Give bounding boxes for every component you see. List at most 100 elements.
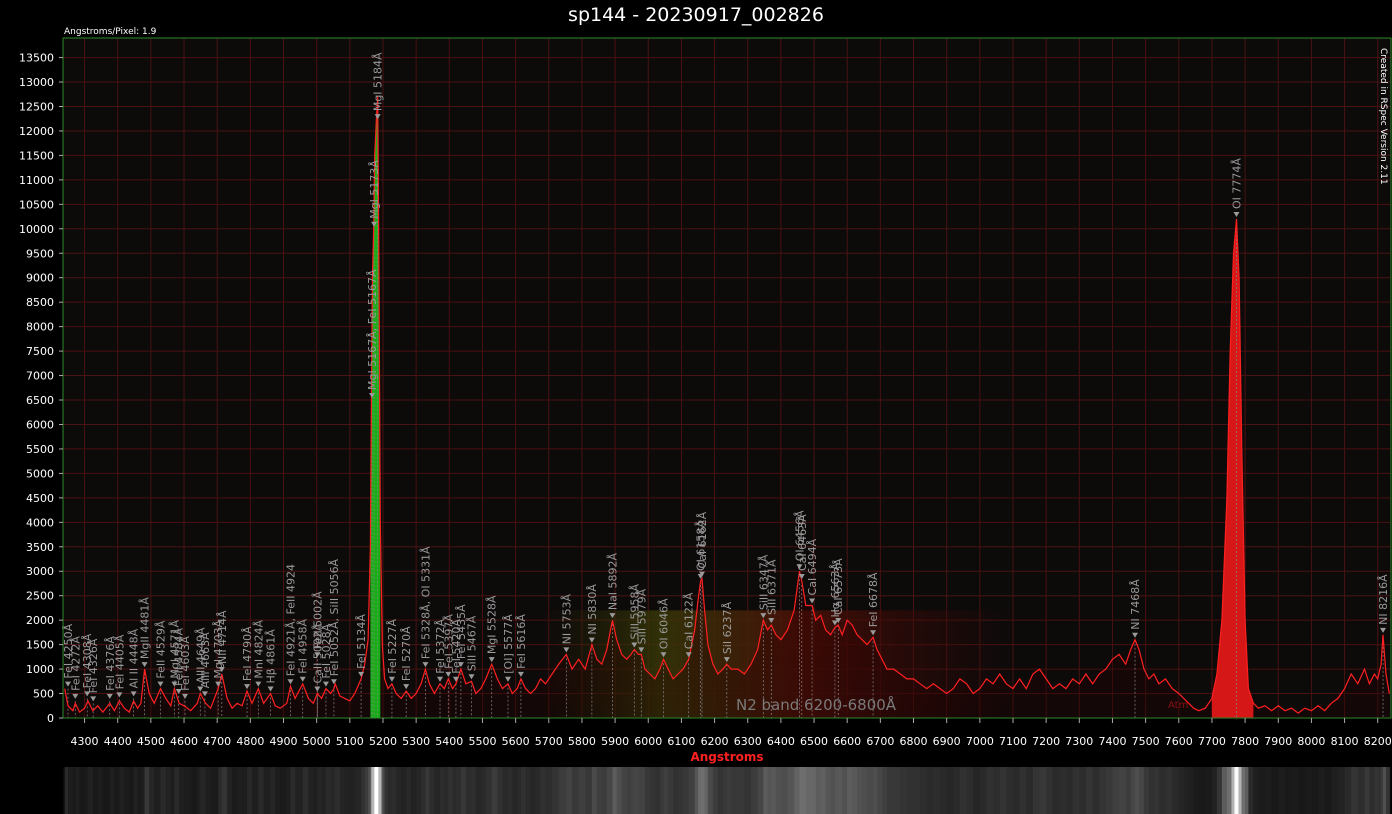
strip-segment [102, 767, 111, 814]
strip-segment [704, 767, 709, 814]
strip-segment [242, 767, 248, 814]
strip-segment [775, 767, 782, 814]
strip-segment [75, 767, 81, 814]
y-tick-label: 11000 [19, 174, 54, 187]
strip-segment [1298, 767, 1306, 814]
strip-segment [694, 767, 699, 814]
strip-segment [953, 767, 961, 814]
line-label: FeI 4603Å [179, 636, 192, 691]
strip-bright-core [1234, 767, 1239, 814]
strip-segment [830, 767, 836, 814]
strip-segment [631, 767, 635, 814]
line-label: OI 7774Å [1230, 158, 1243, 209]
strip-segment [114, 767, 120, 814]
strip-segment [286, 767, 291, 814]
line-label: SiII 5467Å [466, 615, 479, 671]
x-tick-label: 7300 [1065, 735, 1093, 748]
strip-segment [659, 767, 665, 814]
strip-segment [606, 767, 613, 814]
strip-segment [820, 767, 827, 814]
strip-segment [596, 767, 603, 814]
strip-segment [247, 767, 253, 814]
y-tick-label: 9500 [26, 247, 54, 260]
strip-segment [540, 767, 546, 814]
x-tick-label: 7000 [966, 735, 994, 748]
strip-segment [317, 767, 323, 814]
strip-segment [512, 767, 518, 814]
strip-segment [252, 767, 259, 814]
strip-segment [763, 767, 769, 814]
strip-segment [416, 767, 422, 814]
strip-segment [1369, 767, 1375, 814]
line-label: Hβ 4861Å [265, 629, 278, 684]
y-tick-label: 9000 [26, 272, 54, 285]
strip-segment [321, 767, 327, 814]
x-tick-label: 6200 [701, 735, 729, 748]
line-label: MgI 5184Å [372, 52, 385, 111]
y-tick-label: 3500 [26, 541, 54, 554]
strip-segment [1271, 767, 1279, 814]
x-tick-label: 6400 [767, 735, 795, 748]
strip-segment [227, 767, 233, 814]
line-label: FeI 4326Å [87, 638, 100, 693]
strip-segment [1383, 767, 1387, 814]
line-label: FeI 4958Å [297, 619, 310, 674]
strip-segment [429, 767, 435, 814]
strip-segment [787, 767, 795, 814]
strip-segment [205, 767, 212, 814]
strip-segment [137, 767, 142, 814]
line-label: MgI 5528Å [486, 595, 499, 654]
strip-segment [1012, 767, 1021, 814]
strip-segment [119, 767, 125, 814]
strip-segment [1248, 767, 1254, 814]
strip-segment [520, 767, 527, 814]
strip-segment [1351, 767, 1359, 814]
y-tick-label: 12500 [19, 100, 54, 113]
strip-segment [1188, 767, 1195, 814]
strip-segment [263, 767, 272, 814]
strip-segment [1072, 767, 1080, 814]
strip-segment [129, 767, 135, 814]
strip-segment [1311, 767, 1319, 814]
strip-segment [678, 767, 684, 814]
strip-segment [1153, 767, 1160, 814]
strip-segment [1046, 767, 1054, 814]
line-label: NaI 5892Å [606, 552, 619, 610]
strip-segment [1052, 767, 1060, 814]
strip-segment [67, 767, 74, 814]
strip-segment [133, 767, 139, 814]
strip-segment [1085, 767, 1094, 814]
strip-segment [1125, 767, 1132, 814]
strip-segment [455, 767, 462, 814]
strip-segment [882, 767, 888, 814]
x-tick-label: 7500 [1132, 735, 1160, 748]
x-tick-label: 7400 [1098, 735, 1126, 748]
y-tick-label: 2500 [26, 590, 54, 603]
strip-segment [275, 767, 281, 814]
strip-segment [530, 767, 537, 814]
strip-segment [210, 767, 219, 814]
y-tick-label: 5000 [26, 467, 54, 480]
strip-segment [174, 767, 180, 814]
strip-segment [1278, 767, 1286, 814]
strip-segment [1193, 767, 1200, 814]
strip-segment [913, 767, 921, 814]
strip-segment [349, 767, 356, 814]
atm-label: Atm [1168, 700, 1188, 711]
strip-segment [1245, 767, 1249, 814]
x-tick-label: 4400 [104, 735, 132, 748]
strip-segment [1198, 767, 1206, 814]
x-tick-label: 7200 [1032, 735, 1060, 748]
strip-segment [1066, 767, 1074, 814]
line-label: FeI 4405Å [113, 634, 126, 689]
strip-segment [517, 767, 522, 814]
y-tick-label: 1000 [26, 663, 54, 676]
strip-segment [1143, 767, 1150, 814]
strip-segment [1158, 767, 1167, 814]
strip-segment [794, 767, 800, 814]
x-tick-label: 7100 [999, 735, 1027, 748]
y-tick-label: 13000 [19, 76, 54, 89]
strip-segment [1386, 767, 1390, 814]
strip-segment [290, 767, 296, 814]
strip-segment [221, 767, 228, 814]
